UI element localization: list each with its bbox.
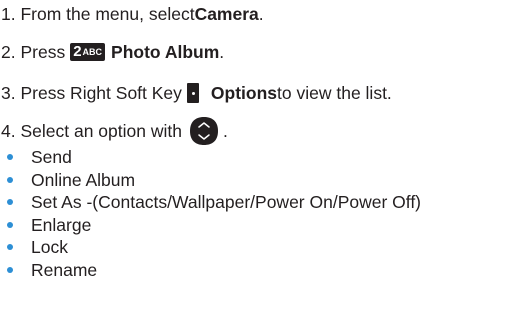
- right-soft-key-icon: [186, 83, 199, 103]
- step-2-bold: Photo Album: [111, 42, 220, 62]
- option-label: Lock: [31, 237, 68, 257]
- step-3-suffix: to view the list.: [277, 83, 392, 103]
- step-2: 2. Press 2 ABC Photo Album .: [1, 38, 224, 66]
- step-4-text: 4. Select an option with: [1, 121, 182, 141]
- list-item: Send: [0, 146, 421, 169]
- option-list: Send Online Album Set As -(Contacts/Wall…: [0, 146, 421, 281]
- key-letters: ABC: [82, 47, 103, 57]
- list-item: Rename: [0, 259, 421, 282]
- key-number: 2: [73, 43, 82, 60]
- option-label: Rename: [31, 259, 98, 280]
- step-3: 3. Press Right Soft Key Options to view …: [1, 79, 392, 107]
- step-1-suffix: .: [258, 4, 264, 24]
- step-1: 1. From the menu, select Camera .: [1, 0, 264, 28]
- option-label: Send: [31, 147, 72, 167]
- bullet-icon: [7, 221, 13, 228]
- navigation-key-icon: [189, 117, 218, 145]
- step-2-text: 2. Press: [1, 42, 66, 62]
- bullet-icon: [7, 154, 13, 161]
- step-3-text: 3. Press Right Soft Key: [1, 83, 182, 103]
- bullet-icon: [7, 199, 13, 206]
- bullet-icon: [7, 244, 13, 251]
- list-item: Lock: [0, 236, 421, 259]
- list-item: Set As -(Contacts/Wallpaper/Power On/Pow…: [0, 191, 421, 214]
- bullet-icon: [7, 176, 13, 183]
- bullet-icon: [7, 266, 13, 273]
- list-item: Online Album: [0, 169, 421, 192]
- step-3-bold: Options: [210, 83, 278, 103]
- list-item: Enlarge: [0, 214, 421, 237]
- step-4: 4. Select an option with .: [1, 117, 228, 145]
- keypad-2-abc-icon: 2 ABC: [70, 43, 106, 61]
- step-2-suffix: .: [219, 42, 225, 62]
- step-1-bold: Camera: [194, 4, 259, 24]
- option-label: Set As -(Contacts/Wallpaper/Power On/Pow…: [31, 192, 422, 212]
- step-1-text: 1. From the menu, select: [1, 4, 195, 24]
- option-label: Enlarge: [31, 214, 92, 235]
- step-4-suffix: .: [222, 121, 228, 141]
- option-label: Online Album: [31, 169, 136, 190]
